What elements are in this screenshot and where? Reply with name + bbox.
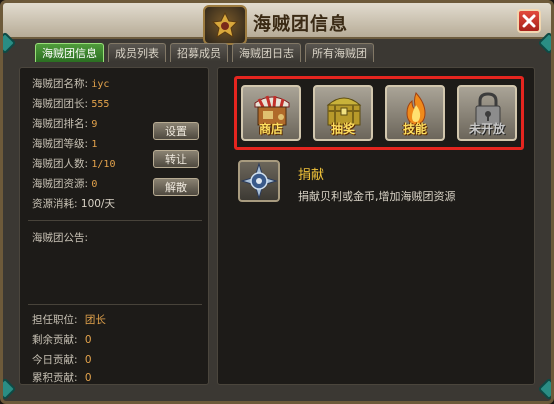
tab-all-guilds[interactable]: 所有海贼团 bbox=[305, 43, 374, 62]
guild-info-window: 海贼团信息 海贼团信息 成员列表 招募成员 海贼团日志 所有海贼团 海贼团名称:… bbox=[0, 0, 554, 404]
resource-consume-row: 资源消耗: 100/天 bbox=[32, 196, 115, 211]
guild-level-row: 海贼团等级: 1 bbox=[32, 136, 97, 151]
guild-level-value: 1 bbox=[91, 139, 98, 150]
tab-guild-log[interactable]: 海贼团日志 bbox=[232, 43, 301, 62]
remaining-contribution-value: 0 bbox=[84, 334, 92, 346]
skills-label: 技能 bbox=[402, 122, 427, 136]
close-button[interactable] bbox=[517, 9, 541, 33]
today-contribution-label: 今日贡献: bbox=[32, 354, 78, 366]
corner-ornament-icon bbox=[3, 377, 17, 401]
lottery-button[interactable]: 抽奖 bbox=[313, 85, 373, 141]
guild-name-label: 海贼团名称: bbox=[32, 78, 89, 90]
guild-info-panel: 海贼团名称: iyc 海贼团团长: 555 海贼团排名: 9 海贼团等级: 1 … bbox=[19, 67, 209, 385]
tab-member-list[interactable]: 成员列表 bbox=[108, 43, 166, 62]
skills-button[interactable]: 技能 bbox=[385, 85, 445, 141]
guild-resource-label: 海贼团资源: bbox=[32, 178, 89, 190]
disband-button[interactable]: 解散 bbox=[153, 178, 199, 196]
function-buttons-highlight: 商店 抽奖 技能 未开放 bbox=[234, 76, 524, 150]
resource-consume-value: 100/天 bbox=[80, 198, 115, 210]
today-contribution-row: 今日贡献: 0 bbox=[32, 352, 92, 367]
position-label: 担任职位: bbox=[32, 314, 78, 326]
divider bbox=[28, 220, 202, 221]
guild-functions-panel: 商店 抽奖 技能 未开放 捐献 捐献贝利或金币,增加海贼团资源 bbox=[217, 67, 535, 385]
resource-consume-label: 资源消耗: bbox=[32, 198, 78, 210]
donate-description: 捐献贝利或金币,增加海贼团资源 bbox=[298, 190, 456, 203]
pirate-emblem-icon bbox=[203, 5, 247, 45]
shop-button[interactable]: 商店 bbox=[241, 85, 301, 141]
tab-guild-info[interactable]: 海贼团信息 bbox=[35, 43, 104, 62]
guild-members-value: 1/10 bbox=[91, 159, 116, 170]
guild-leader-row: 海贼团团长: 555 bbox=[32, 96, 109, 111]
guild-name-value: iyc bbox=[91, 79, 110, 90]
settings-button[interactable]: 设置 bbox=[153, 122, 199, 140]
guild-name-row: 海贼团名称: iyc bbox=[32, 76, 109, 91]
main-content: 海贼团名称: iyc 海贼团团长: 555 海贼团排名: 9 海贼团等级: 1 … bbox=[19, 63, 535, 385]
window-title: 海贼团信息 bbox=[253, 14, 348, 35]
remaining-contribution-label: 剩余贡献: bbox=[32, 334, 78, 346]
guild-resource-value: 0 bbox=[91, 179, 98, 190]
guild-rank-row: 海贼团排名: 9 bbox=[32, 116, 97, 131]
lottery-label: 抽奖 bbox=[330, 122, 355, 136]
transfer-button[interactable]: 转让 bbox=[153, 150, 199, 168]
donate-link[interactable]: 捐献 bbox=[298, 164, 324, 183]
tab-recruit[interactable]: 招募成员 bbox=[170, 43, 228, 62]
unopened-button[interactable]: 未开放 bbox=[457, 85, 517, 141]
total-contribution-row: 累积贡献: 0 bbox=[32, 370, 92, 385]
total-contribution-label: 累积贡献: bbox=[32, 372, 78, 384]
unopened-label: 未开放 bbox=[468, 122, 505, 136]
guild-members-label: 海贼团人数: bbox=[32, 158, 89, 170]
compass-emblem-icon bbox=[240, 162, 278, 200]
corner-ornament-icon bbox=[537, 377, 551, 401]
remaining-contribution-row: 剩余贡献: 0 bbox=[32, 332, 92, 347]
guild-notice-label: 海贼团公告: bbox=[32, 232, 89, 244]
donate-icon-button[interactable] bbox=[238, 160, 280, 202]
title-bar: 海贼团信息 bbox=[3, 3, 551, 45]
guild-rank-label: 海贼团排名: bbox=[32, 118, 89, 130]
divider bbox=[28, 304, 202, 305]
guild-leader-label: 海贼团团长: bbox=[32, 98, 89, 110]
guild-rank-value: 9 bbox=[91, 119, 98, 130]
guild-leader-value: 555 bbox=[91, 99, 110, 110]
total-contribution-value: 0 bbox=[84, 372, 92, 384]
position-value: 团长 bbox=[84, 314, 106, 326]
tab-bar: 海贼团信息 成员列表 招募成员 海贼团日志 所有海贼团 bbox=[35, 43, 374, 62]
guild-resource-row: 海贼团资源: 0 bbox=[32, 176, 97, 191]
position-row: 担任职位: 团长 bbox=[32, 312, 106, 327]
guild-level-label: 海贼团等级: bbox=[32, 138, 89, 150]
guild-members-row: 海贼团人数: 1/10 bbox=[32, 156, 115, 171]
shop-label: 商店 bbox=[258, 122, 283, 136]
close-icon bbox=[522, 14, 536, 28]
today-contribution-value: 0 bbox=[84, 354, 92, 366]
